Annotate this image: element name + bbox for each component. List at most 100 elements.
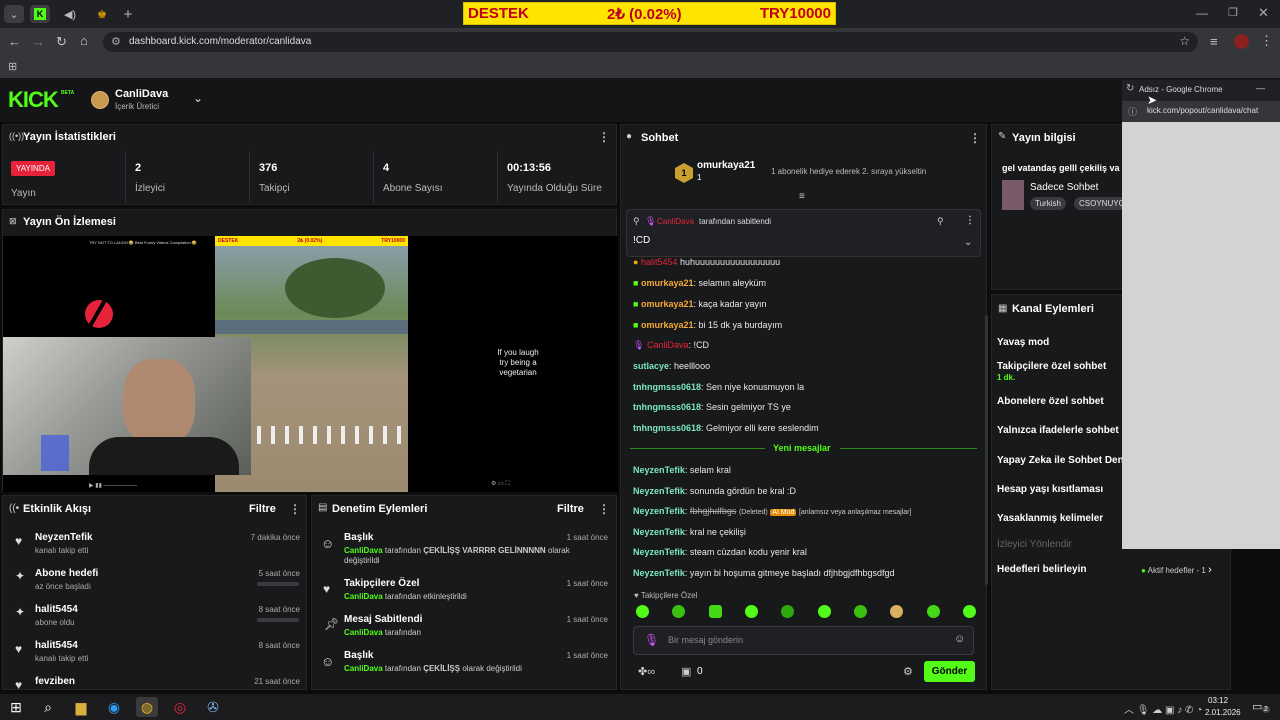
emoji-icon[interactable]: ☺ xyxy=(954,633,965,645)
back-icon[interactable]: ← xyxy=(8,34,21,49)
action-set-goals[interactable]: Hedefleri belirleyin xyxy=(997,564,1086,575)
tab-audio-icon[interactable]: ◀) xyxy=(60,5,80,23)
notification-icon[interactable]: ▭ xyxy=(1252,700,1262,713)
popout-minimize-icon[interactable]: — xyxy=(1256,83,1265,93)
mod-actor[interactable]: CanliDava xyxy=(344,592,383,601)
search-icon[interactable]: ⌕ xyxy=(37,697,59,717)
emote-icon[interactable] xyxy=(926,605,940,618)
profile-avatar[interactable] xyxy=(1234,34,1249,49)
settings-gear-icon[interactable]: ⚙ xyxy=(903,665,913,678)
chat-scrollbar[interactable] xyxy=(985,315,988,585)
channel-dropdown-chevron-down-icon[interactable]: ⌄ xyxy=(193,91,203,105)
emote-icon[interactable] xyxy=(744,605,758,618)
edge-icon[interactable]: ◉ xyxy=(103,697,125,717)
emote-icon[interactable] xyxy=(708,605,722,618)
activity-item-title[interactable]: Abone hedefi xyxy=(35,568,98,579)
tab-list-icon[interactable]: ⌄ xyxy=(4,5,24,23)
popout-url[interactable]: kick.com/popout/canlidava/chat xyxy=(1147,106,1258,115)
chat-user[interactable]: CanliDava xyxy=(647,340,689,350)
chat-user[interactable]: halit5454 xyxy=(641,257,678,267)
moderation-filter-button[interactable]: Filtre xyxy=(557,503,584,515)
chat-menu-icon[interactable]: ⋮ xyxy=(969,131,981,145)
action-followers-only[interactable]: Takipçilere özel sohbet xyxy=(997,361,1106,372)
action-emotes-only[interactable]: Yalnızca ifadelerle sohbet xyxy=(997,425,1119,436)
chat-user[interactable]: sutlacye xyxy=(633,361,669,371)
minimize-icon[interactable]: — xyxy=(1196,6,1208,20)
home-icon[interactable]: ⌂ xyxy=(80,33,88,48)
chat-user[interactable]: NeyzenTefik xyxy=(633,568,685,578)
chat-input[interactable]: 🎙︎ Bir mesaj gönderin ☺ xyxy=(633,626,974,655)
chat-user[interactable]: NeyzenTefik xyxy=(633,486,685,496)
emote-icon[interactable] xyxy=(962,605,976,618)
obs-icon[interactable]: ◎ xyxy=(169,697,191,717)
tab-kick[interactable]: K xyxy=(30,5,50,23)
kick-logo[interactable]: KICK xyxy=(8,89,59,111)
emote-icon[interactable] xyxy=(781,605,795,618)
pinned-by[interactable]: CanliDava xyxy=(657,217,694,226)
video-controls[interactable]: ▶ ▮▮ ‒‒‒‒‒‒‒‒‒‒ xyxy=(89,482,137,489)
maximize-icon[interactable]: ❐ xyxy=(1228,6,1238,19)
stats-menu-icon[interactable]: ⋮ xyxy=(598,130,610,144)
stream-preview-video[interactable]: TRY NOT TO LAUGH 😂 Best Funny Videos Com… xyxy=(3,236,618,492)
action-banned-words[interactable]: Yasaklanmış kelimeler xyxy=(997,513,1103,524)
mod-actor[interactable]: CanliDava xyxy=(344,664,383,673)
tray-icons[interactable]: ︿ 🎙︎ ☁ ▣ ♪ ✆ ◔ xyxy=(1124,701,1202,716)
chat-user[interactable]: NeyzenTefik xyxy=(633,506,685,516)
extensions-icon[interactable]: ≡ xyxy=(1210,34,1218,49)
emote-icon[interactable] xyxy=(890,605,904,618)
moderation-menu-icon[interactable]: ⋮ xyxy=(598,502,610,516)
activity-menu-icon[interactable]: ⋮ xyxy=(289,502,301,516)
file-explorer-icon[interactable]: ▆ xyxy=(70,697,92,717)
emote-icon[interactable] xyxy=(853,605,867,618)
mod-actor[interactable]: CanliDava xyxy=(344,546,383,555)
chat-user[interactable]: omurkaya21 xyxy=(641,320,694,330)
emote-icon[interactable] xyxy=(817,605,831,618)
mod-actor[interactable]: CanliDava xyxy=(344,628,383,637)
category-name[interactable]: Sadece Sohbet xyxy=(1030,182,1098,193)
chat-user[interactable]: tnhngmsss0618 xyxy=(633,382,701,392)
site-info-icon[interactable]: ⓘ xyxy=(1128,105,1137,118)
url-field[interactable]: ⚙ dashboard.kick.com/moderator/canlidava… xyxy=(103,32,1198,52)
chat-user[interactable]: tnhngmsss0618 xyxy=(633,402,701,412)
site-info-icon[interactable]: ⚙ xyxy=(111,35,121,48)
bookmark-star-icon[interactable]: ☆ xyxy=(1179,34,1190,48)
chat-user[interactable]: tnhngmsss0618 xyxy=(633,423,701,433)
steam-icon[interactable]: ✇ xyxy=(202,697,224,717)
new-tab-button[interactable]: + xyxy=(118,5,138,23)
video-settings-icons[interactable]: ⚙ ▭ ⛶ xyxy=(491,480,510,488)
chat-user[interactable]: NeyzenTefik xyxy=(633,465,685,475)
apps-grid-icon[interactable]: ⊞ xyxy=(8,60,17,73)
reload-icon[interactable]: ↻ xyxy=(56,34,67,50)
gift-icon[interactable]: ▣ xyxy=(681,665,691,678)
action-ai-chat[interactable]: Yapay Zeka ile Sohbet Dene xyxy=(997,455,1129,466)
channel-points-icon[interactable]: ✤∞ xyxy=(638,665,655,678)
activity-item-title[interactable]: halit5454 xyxy=(35,640,78,651)
chat-user[interactable]: omurkaya21 xyxy=(641,299,694,309)
action-account-age[interactable]: Hesap yaşı kısıtlaması xyxy=(997,484,1103,495)
emote-icon[interactable] xyxy=(636,605,649,618)
action-subs-only[interactable]: Abonelere özel sohbet xyxy=(997,396,1104,407)
tab-other[interactable]: ♚ xyxy=(92,5,112,23)
active-goals[interactable]: ● Aktif hedefler - 1 › xyxy=(1141,564,1212,576)
menu-icon[interactable]: ⋮ xyxy=(1260,33,1273,49)
close-icon[interactable]: ✕ xyxy=(1258,5,1269,21)
top-gifter-name[interactable]: omurkaya21 xyxy=(697,160,755,171)
chat-user[interactable]: omurkaya21 xyxy=(641,278,694,288)
activity-item-title[interactable]: fevziben xyxy=(35,676,75,687)
chat-user[interactable]: NeyzenTefik xyxy=(633,547,685,557)
tag-chip[interactable]: Turkish xyxy=(1030,197,1066,210)
chrome-icon[interactable]: ◍ xyxy=(136,697,158,717)
activity-item-title[interactable]: NeyzenTefik xyxy=(35,532,93,543)
chevron-down-icon[interactable]: ⌄ xyxy=(964,237,972,248)
emote-icon[interactable] xyxy=(672,605,686,618)
channel-avatar[interactable] xyxy=(91,91,109,109)
action-raid[interactable]: İzleyici Yönlendir xyxy=(997,539,1072,550)
action-slow-mode[interactable]: Yavaş mod xyxy=(997,337,1049,348)
collapse-icon[interactable]: ≡ xyxy=(799,191,805,202)
forward-icon[interactable]: → xyxy=(32,34,45,49)
stream-title-text[interactable]: gel vatandaş gelll çekiliş va xyxy=(1002,163,1120,173)
activity-item-title[interactable]: halit5454 xyxy=(35,604,78,615)
send-button[interactable]: Gönder xyxy=(924,661,975,682)
chat-user[interactable]: NeyzenTefik xyxy=(633,527,685,537)
windows-start-icon[interactable]: ⊞ xyxy=(5,697,27,717)
